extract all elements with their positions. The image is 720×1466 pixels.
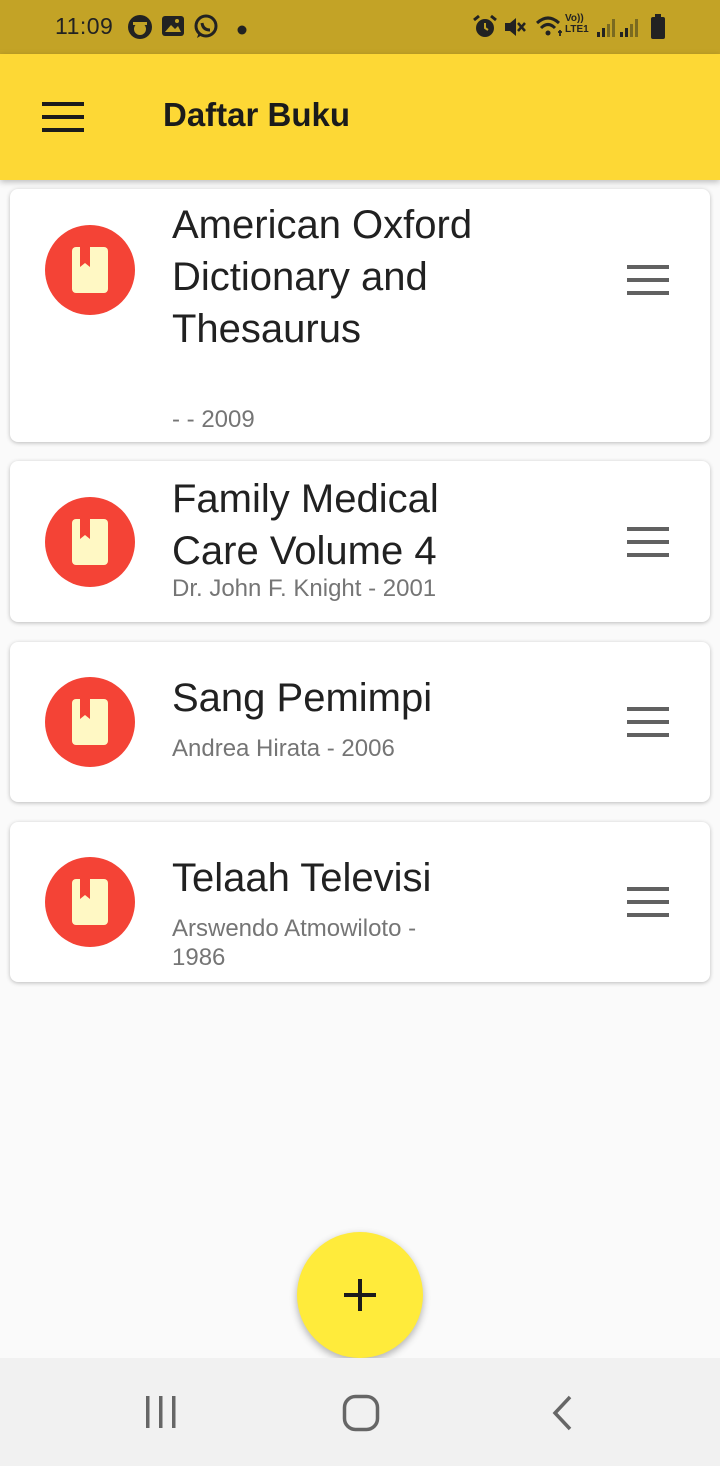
volte-signal-icon: Vo)) LTE1	[565, 13, 589, 35]
book-title: Telaah Televisi	[172, 856, 432, 900]
page-title: Daftar Buku	[163, 96, 351, 133]
book-avatar	[45, 225, 135, 315]
volte-label-bottom: LTE1	[565, 24, 589, 35]
wifi-icon	[535, 14, 563, 45]
whatsapp-icon	[193, 14, 219, 45]
system-nav-bar	[0, 1358, 720, 1466]
dot-icon	[237, 22, 247, 40]
book-avatar	[45, 677, 135, 767]
book-card[interactable]: Sang Pemimpi Andrea Hirata - 2006	[10, 642, 710, 802]
book-icon	[72, 699, 108, 745]
book-title: American Oxford Dictionary and Thesaurus	[172, 203, 473, 351]
home-icon[interactable]	[342, 1394, 380, 1437]
book-icon	[72, 247, 108, 293]
book-title: Family Medical Care Volume 4	[172, 477, 439, 573]
book-subtitle: Arswendo Atmowiloto - 1986	[172, 915, 417, 971]
app-bar: Daftar Buku	[0, 54, 720, 180]
back-icon[interactable]	[550, 1394, 576, 1437]
mute-icon	[503, 14, 527, 45]
book-icon	[72, 519, 108, 565]
signal-strength-icon	[596, 16, 640, 43]
alarm-icon	[472, 14, 498, 45]
drag-handle-icon[interactable]	[627, 887, 669, 917]
book-icon	[72, 879, 108, 925]
book-title: Sang Pemimpi	[172, 676, 433, 720]
status-bar: 11:09 Vo)) LTE1	[0, 0, 720, 54]
book-avatar	[45, 857, 135, 947]
plus-icon	[344, 1279, 376, 1311]
recent-apps-icon[interactable]	[143, 1394, 179, 1435]
drag-handle-icon[interactable]	[627, 527, 669, 557]
volte-label-top: Vo))	[565, 13, 584, 24]
drag-handle-icon[interactable]	[627, 707, 669, 737]
book-card[interactable]: Family Medical Care Volume 4 Dr. John F.…	[10, 461, 710, 622]
book-card[interactable]: American Oxford Dictionary and Thesaurus…	[10, 189, 710, 442]
status-time: 11:09	[55, 13, 114, 39]
book-subtitle: Dr. John F. Knight - 2001	[172, 575, 437, 602]
book-avatar	[45, 497, 135, 587]
add-book-button[interactable]	[297, 1232, 423, 1358]
book-subtitle: Andrea Hirata - 2006	[172, 735, 395, 762]
book-card[interactable]: Telaah Televisi Arswendo Atmowiloto - 19…	[10, 822, 710, 982]
drag-handle-icon[interactable]	[627, 265, 669, 295]
hamburger-menu-icon[interactable]	[42, 102, 84, 132]
book-subtitle: - - 2009	[172, 406, 255, 433]
emoji-notification-icon	[127, 14, 153, 45]
battery-icon	[650, 14, 666, 45]
image-notification-icon	[161, 14, 185, 43]
